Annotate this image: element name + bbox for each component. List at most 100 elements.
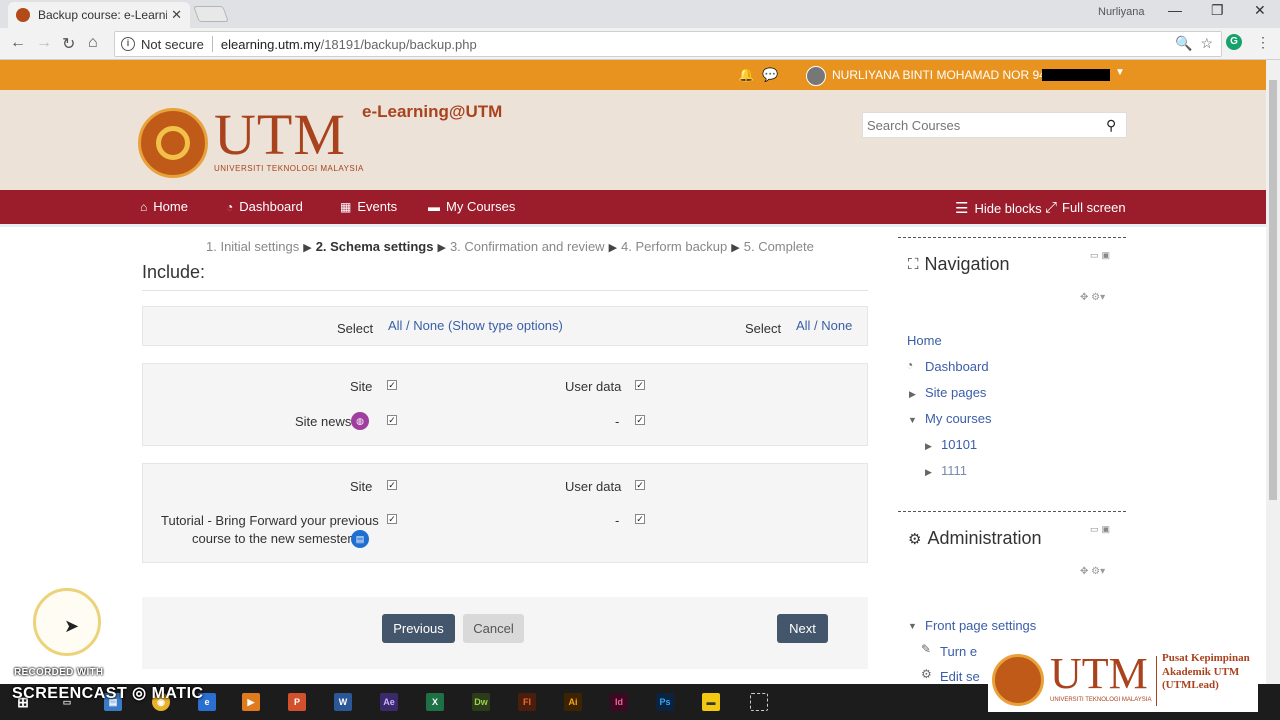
extension-icon[interactable]: G	[1226, 34, 1242, 50]
site-name[interactable]: e-Learning@UTM	[362, 102, 502, 122]
forum-icon: ◍	[351, 412, 369, 430]
site-checkbox[interactable]: ✓	[387, 480, 397, 490]
step-arrow: ▶	[437, 242, 446, 254]
nav-events[interactable]: ▦ Events	[340, 199, 397, 214]
new-tab-button[interactable]	[193, 6, 229, 22]
watermark-logo-subtitle: UNIVERSITI TEKNOLOGI MALAYSIA	[1050, 697, 1152, 703]
hide-blocks-button[interactable]: ☰ Hide blocks	[955, 199, 1042, 217]
tab-title: Backup course: e-Learnin	[38, 8, 168, 22]
search-courses-input[interactable]	[867, 117, 1102, 133]
search-icon[interactable]: ⚲	[1106, 117, 1116, 134]
indesign-icon[interactable]: Id	[610, 693, 628, 711]
matic-text: MATIC	[151, 685, 204, 702]
nav-tree-my-courses[interactable]: My courses	[925, 411, 991, 426]
admin-edit-settings[interactable]: Edit se	[940, 669, 980, 684]
cancel-button[interactable]: Cancel	[463, 614, 524, 643]
full-screen-button[interactable]: ⤢ Full screen	[1045, 199, 1126, 216]
address-bar[interactable]: i Not secure elearning.utm.my /18191/bac…	[114, 31, 1222, 57]
media-player-icon[interactable]: ▶	[242, 693, 260, 711]
word-icon[interactable]: W	[334, 693, 352, 711]
site-label: Site	[350, 379, 373, 394]
expand-caret-icon[interactable]: ▶	[909, 389, 916, 400]
expand-caret-icon[interactable]: ▶	[925, 441, 932, 452]
hide-blocks-icon: ☰	[955, 200, 969, 217]
nav-tree-course-1111[interactable]: 1111	[941, 463, 967, 478]
administration-block-title: ⚙ Administration	[908, 528, 1042, 549]
nav-my-courses-label: My Courses	[446, 199, 516, 214]
dashboard-icon: ◔	[226, 199, 234, 214]
info-icon[interactable]: i	[121, 37, 135, 51]
tutorial-label-line1: Tutorial - Bring Forward your previous	[161, 513, 379, 528]
bell-icon[interactable]: 🔔	[738, 67, 754, 83]
nav-tree-site-pages[interactable]: Site pages	[925, 385, 986, 400]
collapse-caret-icon[interactable]: ▼	[908, 415, 917, 425]
site-userdata-checkbox[interactable]: ✓	[635, 380, 645, 390]
nav-tree-course-10101[interactable]: 10101	[941, 437, 977, 452]
select-label-left: Select	[337, 321, 374, 336]
site-news-checkbox[interactable]: ✓	[387, 415, 397, 425]
page-scrollbar[interactable]	[1266, 60, 1280, 684]
zoom-star-icons[interactable]: 🔍 ☆	[1175, 35, 1213, 52]
nav-home[interactable]: ⌂ Home	[140, 199, 188, 214]
reload-icon[interactable]: ↻	[62, 34, 75, 54]
admin-front-page-settings[interactable]: Front page settings	[925, 618, 1036, 633]
tab-close-icon[interactable]: ✕	[171, 7, 182, 23]
admin-turn-editing[interactable]: Turn e	[940, 644, 977, 659]
nav-tree-dashboard[interactable]: Dashboard	[925, 359, 989, 374]
administration-block-border	[898, 511, 1126, 512]
calendar-icon: ▦	[340, 199, 352, 214]
expand-caret-icon[interactable]: ▶	[925, 467, 932, 478]
url-host: elearning.utm.my	[220, 36, 321, 52]
scrollbar-thumb[interactable]	[1269, 80, 1277, 500]
messages-icon[interactable]: 💬	[762, 67, 778, 83]
snipping-tool-icon[interactable]	[750, 693, 768, 711]
window-user[interactable]: Nurliyana	[1098, 6, 1144, 18]
illustrator-icon[interactable]: Ai	[564, 693, 582, 711]
select-all-none-userdata-link[interactable]: All / None	[796, 318, 852, 333]
utm-logo-seal-icon[interactable]	[138, 108, 208, 178]
select-all-none-show-types-link[interactable]: All / None (Show type options)	[388, 318, 563, 333]
excel-icon[interactable]: X	[426, 693, 444, 711]
previous-button[interactable]: Previous	[382, 614, 455, 643]
minimize-icon[interactable]: —	[1168, 2, 1182, 18]
forward-icon[interactable]: →	[36, 34, 52, 52]
restore-icon[interactable]: ❐	[1211, 2, 1224, 19]
dreamweaver-icon[interactable]: Dw	[472, 693, 490, 711]
site-news-userdata-checkbox[interactable]: ✓	[635, 415, 645, 425]
dash-text: -	[615, 513, 620, 528]
browser-menu-icon[interactable]: ⋮	[1256, 34, 1270, 51]
nav-dashboard[interactable]: ◔ Dashboard	[226, 199, 303, 214]
navigation-move-gear-icon[interactable]: ✥ ⚙▾	[1080, 292, 1105, 303]
browser-toolbar: ← → ↻ ⌂ i Not secure elearning.utm.my /1…	[0, 28, 1280, 60]
home-browser-icon[interactable]: ⌂	[88, 34, 98, 52]
avatar[interactable]	[806, 66, 826, 86]
logo-text[interactable]: UTM	[214, 106, 346, 164]
step-4: 4. Perform backup	[621, 239, 728, 254]
powerpoint-icon[interactable]: P	[288, 693, 306, 711]
tutorial-userdata-checkbox[interactable]: ✓	[635, 514, 645, 524]
nav-tree-home[interactable]: Home	[907, 333, 942, 348]
tutorial-checkbox[interactable]: ✓	[387, 514, 397, 524]
nav-dashboard-label: Dashboard	[239, 199, 303, 214]
next-button[interactable]: Next	[777, 614, 828, 643]
administration-move-gear-icon[interactable]: ✥ ⚙▾	[1080, 566, 1105, 577]
user-name[interactable]: NURLIYANA BINTI MOHAMAD NOR 94	[832, 68, 1046, 82]
browser-tab[interactable]: Backup course: e-Learnin ✕	[8, 2, 190, 28]
site-checkbox[interactable]: ✓	[387, 380, 397, 390]
navigation-block-controls-icon[interactable]: ▭▣	[1090, 250, 1113, 261]
select-row: Select All / None (Show type options) Se…	[142, 306, 868, 346]
step-arrow: ▶	[608, 242, 618, 254]
nav-my-courses[interactable]: ▬ My Courses	[428, 199, 515, 214]
administration-block-controls-icon[interactable]: ▭▣	[1090, 524, 1113, 535]
user-menu-caret-icon[interactable]: ▼	[1115, 67, 1125, 78]
logo-subtitle: UNIVERSITI TEKNOLOGI MALAYSIA	[214, 164, 364, 173]
back-icon[interactable]: ←	[10, 34, 26, 52]
close-window-icon[interactable]: ✕	[1254, 2, 1266, 19]
after-effects-icon[interactable]: Ae	[380, 693, 398, 711]
url-path: /18191/backup/backup.php	[320, 36, 477, 52]
flash-icon[interactable]: Fl	[518, 693, 536, 711]
collapse-caret-icon[interactable]: ▼	[908, 621, 917, 631]
site-userdata-checkbox[interactable]: ✓	[635, 480, 645, 490]
photoshop-icon[interactable]: Ps	[656, 693, 674, 711]
sticky-notes-icon[interactable]: ▬	[702, 693, 720, 711]
